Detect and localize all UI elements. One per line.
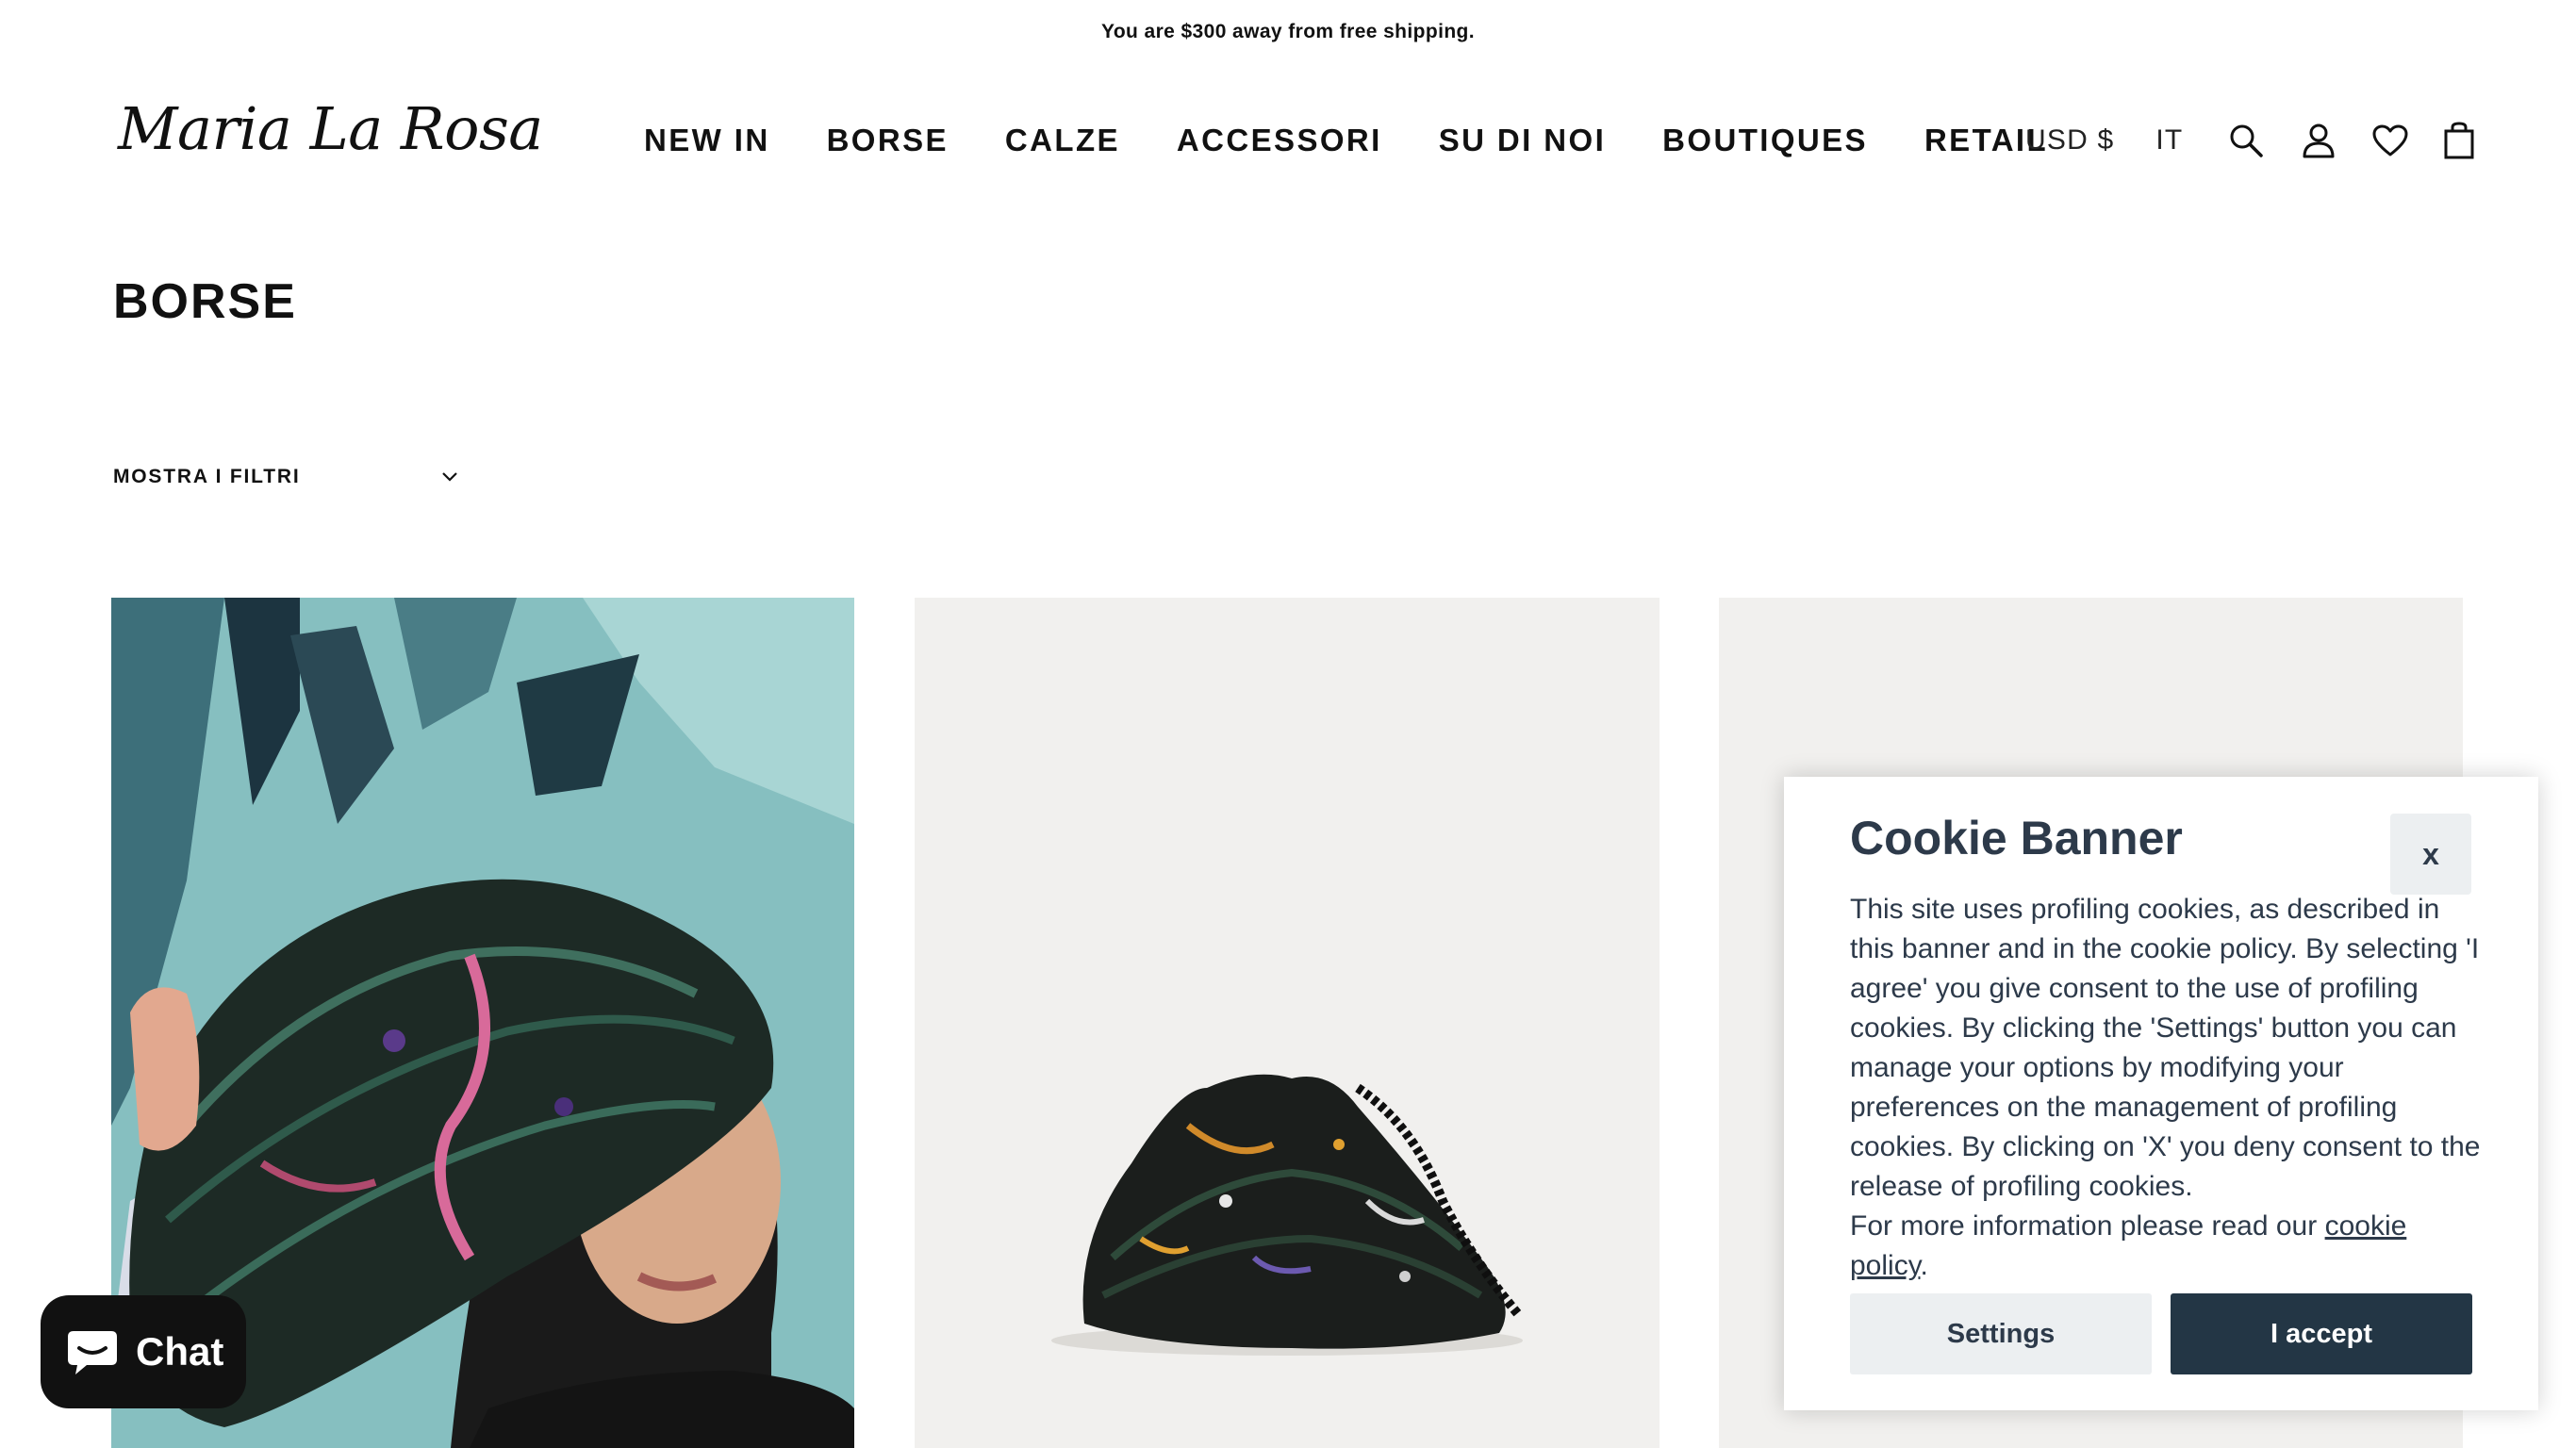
nav-item-accessori[interactable]: ACCESSORI: [1177, 123, 1382, 158]
chevron-down-icon: [441, 471, 458, 483]
main-nav: NEW IN BORSE CALZE ACCESSORI SU DI NOI B…: [644, 123, 2105, 158]
account-icon[interactable]: [2302, 123, 2336, 158]
language-selector[interactable]: IT: [2155, 124, 2183, 156]
chat-bubble-icon: [66, 1327, 119, 1376]
nav-item-borse[interactable]: BORSE: [827, 123, 949, 158]
chat-label: Chat: [136, 1329, 224, 1374]
brand-logo[interactable]: Maria La Rosa: [118, 94, 543, 163]
announcement-bar: You are $300 away from free shipping.: [1100, 21, 1476, 42]
cookie-banner-title: Cookie Banner: [1850, 812, 2183, 864]
show-filters-toggle[interactable]: MOSTRA I FILTRI: [113, 466, 458, 488]
chat-button[interactable]: Chat: [41, 1295, 246, 1408]
page-title: BORSE: [113, 274, 297, 329]
product-card[interactable]: [915, 598, 1660, 1448]
nav-item-su-di-noi[interactable]: SU DI NOI: [1439, 123, 1606, 158]
currency-selector[interactable]: USD $: [2025, 124, 2114, 156]
wishlist-heart-icon[interactable]: [2371, 123, 2409, 157]
search-icon[interactable]: [2228, 123, 2264, 158]
nav-item-new-in[interactable]: NEW IN: [644, 123, 770, 158]
filters-label: MOSTRA I FILTRI: [113, 466, 301, 487]
nav-item-calze[interactable]: CALZE: [1005, 123, 1120, 158]
cookie-banner: Cookie Banner x This site uses profiling…: [1784, 777, 2538, 1410]
cookie-body-text: This site uses profiling cookies, as des…: [1850, 894, 2481, 1202]
black-woven-pouch-bag-photo: [915, 598, 1660, 1448]
cookie-banner-text: This site uses profiling cookies, as des…: [1850, 890, 2491, 1286]
cart-bag-icon[interactable]: [2443, 121, 2475, 160]
nav-item-boutiques[interactable]: BOUTIQUES: [1662, 123, 1868, 158]
cookie-close-button[interactable]: x: [2390, 814, 2471, 895]
cookie-more-info-text: For more information please read our: [1850, 1210, 2325, 1242]
cookie-link-suffix: .: [1920, 1250, 1928, 1281]
header-utilities: USD $ IT: [2025, 121, 2475, 160]
cookie-accept-button[interactable]: I accept: [2171, 1293, 2472, 1374]
cookie-settings-button[interactable]: Settings: [1850, 1293, 2152, 1374]
